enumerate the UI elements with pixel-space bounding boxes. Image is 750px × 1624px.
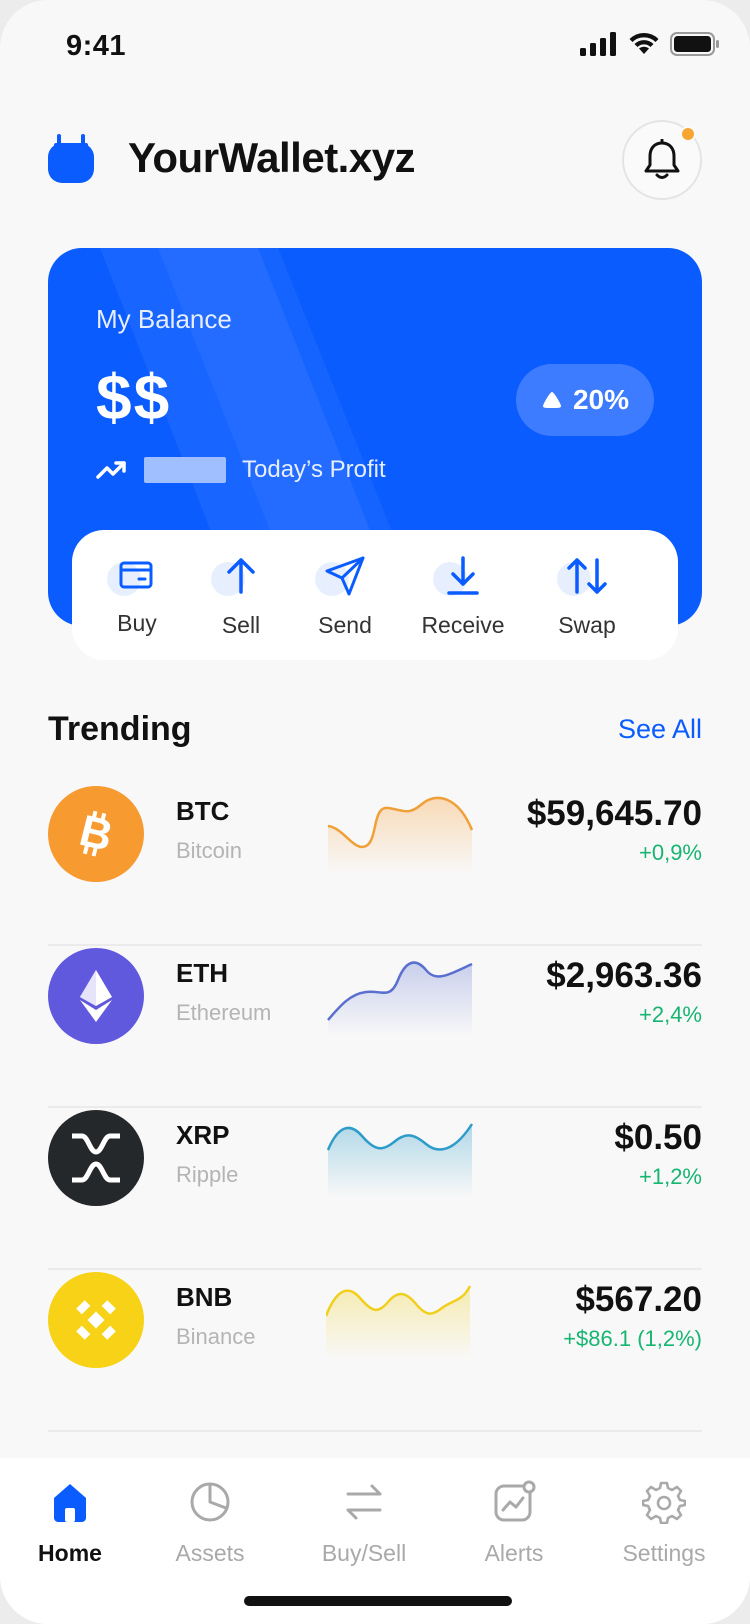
balance-change-value: 20% (572, 384, 630, 415)
swap-icon (567, 558, 607, 594)
coin-row-eth[interactable]: ETH Ethereum $2,963.36 +2,4% (48, 946, 702, 1108)
trending-up-icon (96, 461, 126, 479)
action-label: Receive (421, 612, 505, 638)
action-sell[interactable]: Sell (186, 554, 296, 639)
bnb-sparkline (326, 1285, 472, 1360)
coin-symbol: XRP (176, 1120, 230, 1150)
pie-chart-icon (190, 1482, 230, 1522)
coin-change: +0,9% (639, 840, 702, 865)
xrp-sparkline (326, 1123, 474, 1198)
coin-price: $567.20 (575, 1280, 702, 1319)
quick-actions-panel: Buy Sell Send Receive Swap (72, 530, 678, 660)
action-label: Swap (558, 612, 616, 638)
coin-symbol: BTC (176, 796, 230, 826)
coin-symbol: ETH (176, 958, 228, 988)
app-title: YourWallet.xyz (128, 134, 416, 181)
profit-row: Today’s Profit (96, 456, 386, 484)
ripple-icon (48, 1110, 144, 1206)
coin-name: Ethereum (176, 1000, 272, 1025)
action-swap[interactable]: Swap (532, 554, 642, 639)
gear-icon (642, 1481, 686, 1524)
coin-change: +2,4% (639, 1002, 702, 1027)
signal-icon (580, 32, 616, 56)
coin-row-xrp[interactable]: XRP Ripple $0.50 +1,2% (48, 1108, 702, 1270)
coin-name: Bitcoin (176, 838, 243, 863)
wallet-logo-icon (48, 134, 96, 189)
action-receive[interactable]: Receive (408, 554, 518, 639)
notifications-button[interactable] (622, 120, 702, 200)
ethereum-icon (48, 948, 144, 1044)
tab-label: Home (38, 1540, 102, 1566)
transfer-icon (346, 1484, 382, 1520)
action-label: Buy (117, 610, 157, 636)
profit-amount-hidden (144, 457, 226, 483)
balance-label: My Balance (96, 304, 232, 334)
tab-settings[interactable]: Settings (594, 1478, 734, 1567)
tab-assets[interactable]: Assets (140, 1478, 280, 1567)
coin-price: $2,963.36 (546, 956, 702, 995)
home-icon (54, 1484, 86, 1522)
eth-sparkline (327, 961, 473, 1036)
coin-name: Binance (176, 1324, 256, 1349)
coin-row-btc[interactable]: B BTC Bitcoin $59,645.70 +0,9% (48, 784, 702, 946)
notification-dot (680, 126, 696, 142)
tab-alerts[interactable]: Alerts (444, 1478, 584, 1567)
tab-label: Alerts (484, 1540, 544, 1566)
action-label: Sell (221, 612, 261, 638)
trending-title: Trending (48, 710, 192, 748)
bitcoin-icon: B (48, 786, 144, 882)
see-all-link[interactable]: See All (618, 714, 702, 745)
coin-change: +1,2% (639, 1164, 702, 1189)
wifi-icon (629, 32, 659, 54)
arrow-up-icon (227, 558, 255, 594)
home-indicator[interactable] (244, 1596, 512, 1606)
coin-name: Ripple (176, 1162, 239, 1187)
tab-label: Settings (622, 1540, 706, 1566)
coin-symbol: BNB (176, 1282, 233, 1312)
status-time: 9:41 (66, 30, 127, 62)
btc-sparkline (327, 796, 474, 874)
tab-label: Buy/Sell (321, 1540, 407, 1566)
phone-screen: 9:41 YourWallet.xyz My Balance $$ 20% To… (0, 0, 750, 1624)
coin-change: +$86.1 (1,2%) (563, 1326, 702, 1351)
balance-change-badge: 20% (516, 364, 654, 436)
status-icons (580, 32, 720, 56)
coin-price: $59,645.70 (526, 794, 702, 833)
tab-home[interactable]: Home (0, 1478, 140, 1567)
balance-value: $$ (96, 361, 172, 433)
tab-buy-sell[interactable]: Buy/Sell (294, 1478, 434, 1567)
action-send[interactable]: Send (290, 554, 400, 639)
action-label: Send (318, 612, 372, 638)
coin-row-bnb[interactable]: BNB Binance $567.20 +$86.1 (1,2%) (48, 1270, 702, 1432)
profit-label: Today’s Profit (242, 456, 386, 483)
download-icon (447, 556, 479, 595)
send-icon (325, 556, 365, 596)
up-triangle-icon (542, 392, 561, 408)
bell-icon (644, 139, 680, 179)
tab-label: Assets (175, 1540, 245, 1566)
coin-price: $0.50 (614, 1118, 702, 1157)
wallet-icon (119, 561, 153, 589)
battery-icon (670, 32, 719, 56)
chart-alert-icon (494, 1480, 536, 1522)
action-buy[interactable]: Buy (82, 554, 192, 637)
binance-icon (48, 1272, 144, 1368)
